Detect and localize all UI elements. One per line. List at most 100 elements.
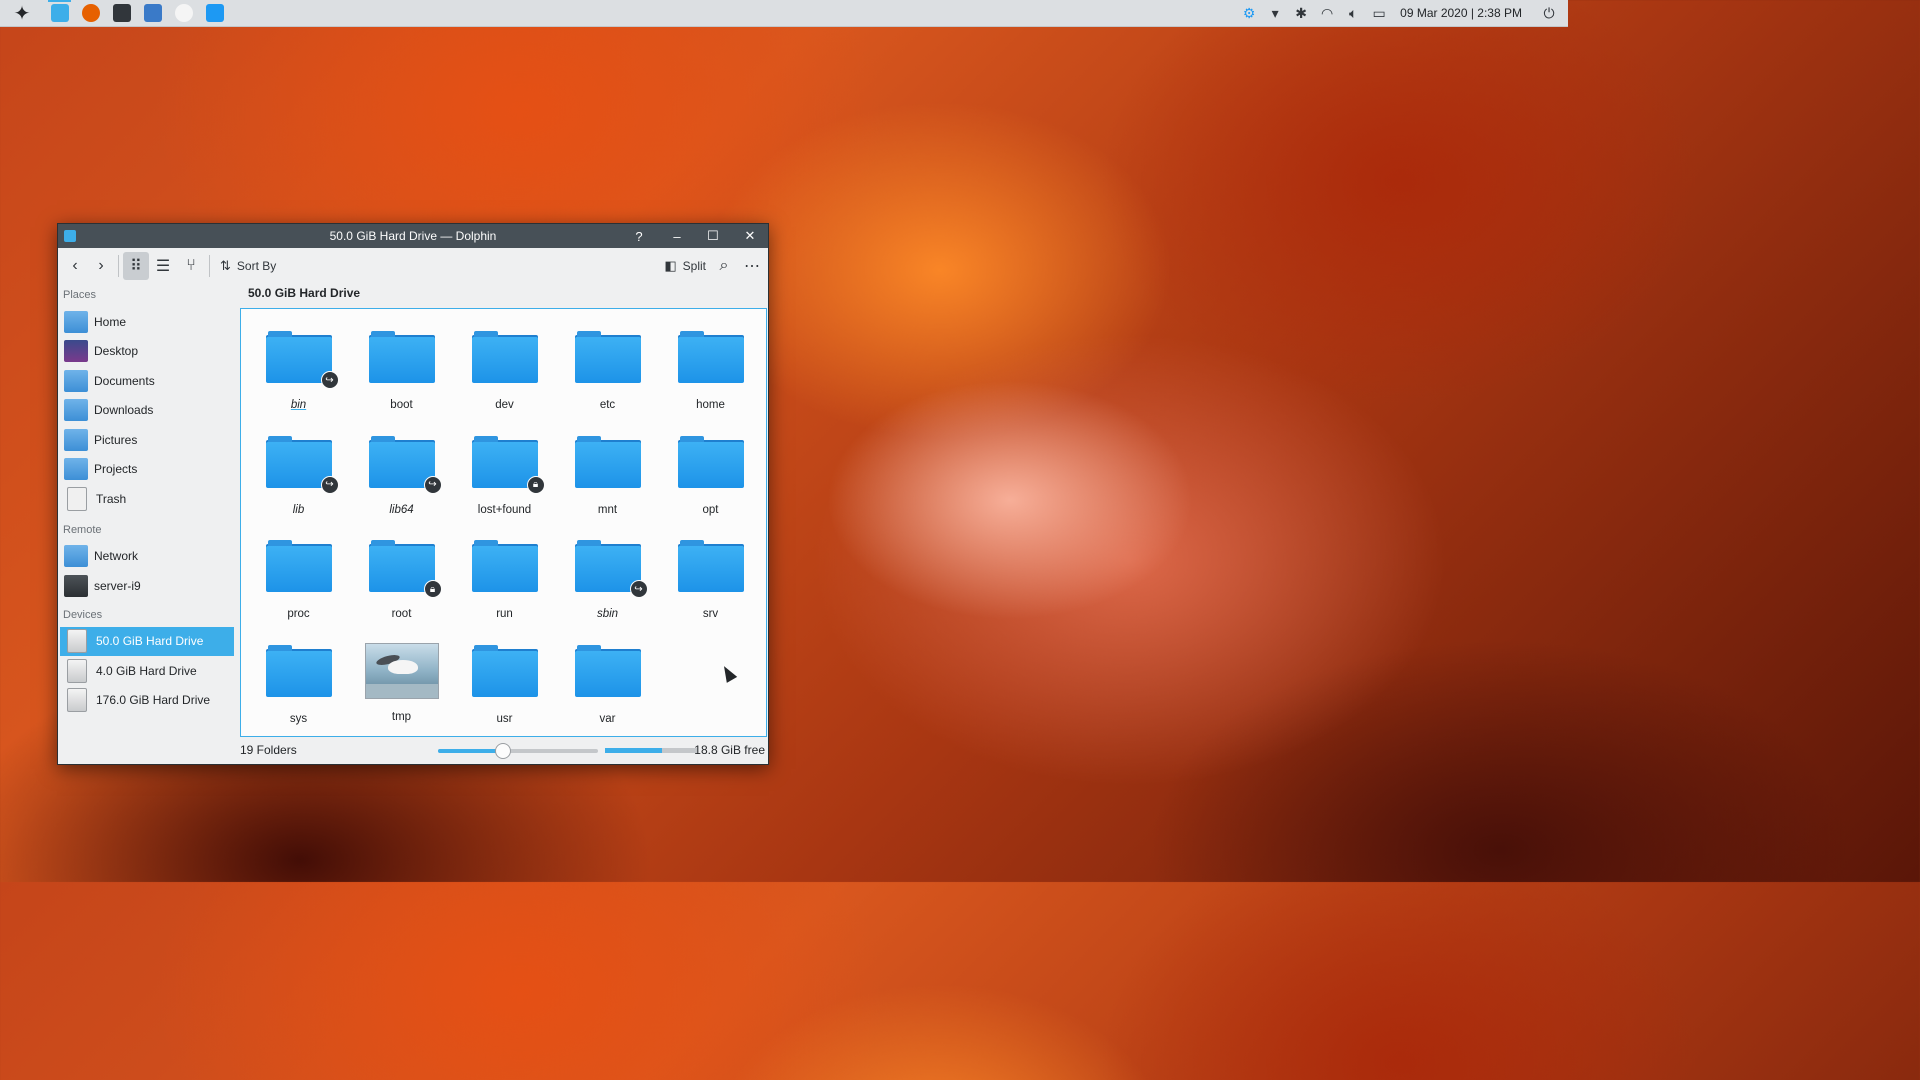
sidebar-item-downloads[interactable]: Downloads — [60, 396, 234, 426]
folder-item-sbin[interactable]: ↪ sbin — [556, 528, 659, 633]
forward-button[interactable]: › — [88, 252, 114, 280]
symlink-emblem-icon: ↪ — [629, 580, 648, 598]
folder-icon — [368, 331, 435, 383]
task-system-settings[interactable] — [199, 0, 230, 26]
task-firefox[interactable] — [75, 0, 106, 26]
folder-item-usr[interactable]: usr — [453, 633, 556, 738]
sort-by-label: Sort By — [236, 259, 277, 273]
sidebar-item-4-0-gib-hard-drive[interactable]: 4.0 GiB Hard Drive — [60, 656, 234, 686]
folder-item-run[interactable]: run — [453, 528, 556, 633]
more-options-button[interactable]: ⋯ — [738, 252, 766, 280]
folder-item-tmp[interactable]: tmp — [350, 633, 453, 738]
wifi-icon[interactable]: ◠ — [1314, 0, 1340, 26]
task-discover[interactable] — [137, 0, 168, 26]
battery-icon[interactable]: ▭ — [1366, 0, 1392, 26]
folder-name: proc — [287, 608, 310, 620]
x-app-icon — [174, 4, 193, 22]
back-button[interactable]: ‹ — [62, 252, 88, 280]
tray-expand-icon[interactable]: ▾ — [1262, 0, 1288, 26]
folder-item-dev[interactable]: dev — [453, 319, 556, 424]
maximize-icon[interactable]: ☐ — [698, 224, 728, 248]
more-icon: ⋯ — [744, 258, 760, 275]
status-bar: 19 Folders 18.8 GiB free — [240, 738, 767, 762]
sidebar-item-trash[interactable]: Trash — [60, 484, 234, 514]
folder-item-opt[interactable]: opt — [659, 424, 762, 529]
folder-item-srv[interactable]: srv — [659, 528, 762, 633]
application-launcher-icon[interactable]: ✦ — [0, 0, 44, 26]
sidebar-item-network[interactable]: Network — [60, 542, 234, 572]
task-dolphin[interactable] — [44, 0, 75, 26]
free-space-label: 18.8 GiB free — [694, 743, 765, 757]
sidebar-item-server-i9[interactable]: server-i9 — [60, 571, 234, 601]
volume-icon[interactable]: 🔈︎ — [1340, 0, 1366, 26]
folder-icon — [677, 331, 744, 383]
folder-item-bin[interactable]: ↪ bin — [247, 319, 350, 424]
tree-view-button[interactable]: ⑂ — [177, 252, 205, 280]
tree-icon: ⑂ — [186, 257, 196, 274]
update-notifier-icon[interactable]: ⚙ — [1236, 0, 1262, 26]
folder-item-lib[interactable]: ↪ lib — [247, 424, 350, 529]
folder-item-mnt[interactable]: mnt — [556, 424, 659, 529]
folder-name: tmp — [391, 710, 412, 723]
disk-usage-fill — [605, 748, 663, 753]
icons-view-button[interactable]: ⠿ — [123, 252, 149, 280]
folder-icon — [574, 435, 641, 488]
sidebar-item-label: Network — [94, 549, 139, 564]
folder-icon — [265, 644, 332, 697]
folder-item-home[interactable]: home — [659, 319, 762, 424]
folder-name: opt — [702, 503, 719, 516]
remote-list: Network server-i9 — [58, 542, 236, 601]
bluetooth-icon[interactable]: ✱ — [1288, 0, 1314, 26]
folder-preview-thumbnail — [364, 642, 439, 699]
folder-name: sys — [289, 712, 308, 725]
details-view-button[interactable]: ☰ — [149, 252, 177, 280]
minimize-icon[interactable]: – — [662, 224, 692, 248]
folder-item-var[interactable]: var — [556, 633, 659, 738]
terminal-icon — [112, 4, 131, 22]
folder-item-boot[interactable]: boot — [350, 319, 453, 424]
sort-by-button[interactable]: ⇅ Sort By — [214, 252, 282, 280]
places-panel: Places Home Desktop Documents Downloads Pict… — [58, 285, 236, 764]
help-icon[interactable]: ? — [624, 224, 654, 248]
split-view-icon: ◧ — [664, 258, 677, 273]
file-view[interactable]: ↪ bin boot dev etc home ↪ lib ↪ lib64 🔒︎ lost+found… — [240, 308, 767, 737]
sidebar-item-home[interactable]: Home — [60, 307, 234, 337]
power-icon[interactable]: ⏻ — [1536, 0, 1562, 26]
search-button[interactable]: ⌕ — [710, 252, 738, 280]
back-arrow-icon: ‹ — [72, 257, 78, 274]
documents-icon — [64, 369, 88, 392]
devices-list: 50.0 GiB Hard Drive 4.0 GiB Hard Drive 176… — [58, 626, 236, 716]
zoom-slider[interactable] — [438, 743, 598, 759]
lock-emblem-icon: 🔒︎ — [526, 475, 545, 494]
folder-icon — [265, 540, 332, 592]
folder-item-sys[interactable]: sys — [247, 633, 350, 738]
zoom-slider-handle[interactable] — [495, 743, 511, 759]
sidebar-item-documents[interactable]: Documents — [60, 366, 234, 396]
folder-item-lost-found[interactable]: 🔒︎ lost+found — [453, 424, 556, 529]
digital-clock[interactable]: 09 Mar 2020 | 2:38 PM — [1392, 6, 1536, 20]
sidebar-item-pictures[interactable]: Pictures — [60, 425, 234, 455]
folder-item-proc[interactable]: proc — [247, 528, 350, 633]
drive-icon — [67, 688, 87, 713]
folder-name: root — [391, 608, 412, 620]
task-x-app[interactable] — [168, 0, 199, 26]
window-titlebar[interactable]: 50.0 GiB Hard Drive — Dolphin ? – ☐ ✕ — [58, 224, 768, 248]
sidebar-item-50-0-gib-hard-drive[interactable]: 50.0 GiB Hard Drive — [60, 626, 234, 656]
symlink-emblem-icon: ↪ — [320, 371, 339, 389]
zoom-slider-fill — [438, 749, 502, 753]
task-terminal[interactable] — [106, 0, 137, 26]
drive-icon — [67, 658, 87, 683]
folder-item-lib64[interactable]: ↪ lib64 — [350, 424, 453, 529]
sidebar-item-desktop[interactable]: Desktop — [60, 337, 234, 367]
home-icon — [64, 310, 88, 333]
folder-name: var — [599, 712, 616, 725]
sidebar-item-176-0-gib-hard-drive[interactable]: 176.0 GiB Hard Drive — [60, 686, 234, 716]
split-label: Split — [682, 259, 706, 273]
sidebar-item-projects[interactable]: Projects — [60, 455, 234, 485]
location-label[interactable]: 50.0 GiB Hard Drive — [248, 286, 360, 300]
folder-item-root[interactable]: 🔒︎ root — [350, 528, 453, 633]
dolphin-window: 50.0 GiB Hard Drive — Dolphin ? – ☐ ✕ ‹ … — [57, 223, 769, 765]
folder-item-etc[interactable]: etc — [556, 319, 659, 424]
split-button[interactable]: ◧ Split — [660, 252, 710, 280]
close-icon[interactable]: ✕ — [735, 224, 765, 248]
